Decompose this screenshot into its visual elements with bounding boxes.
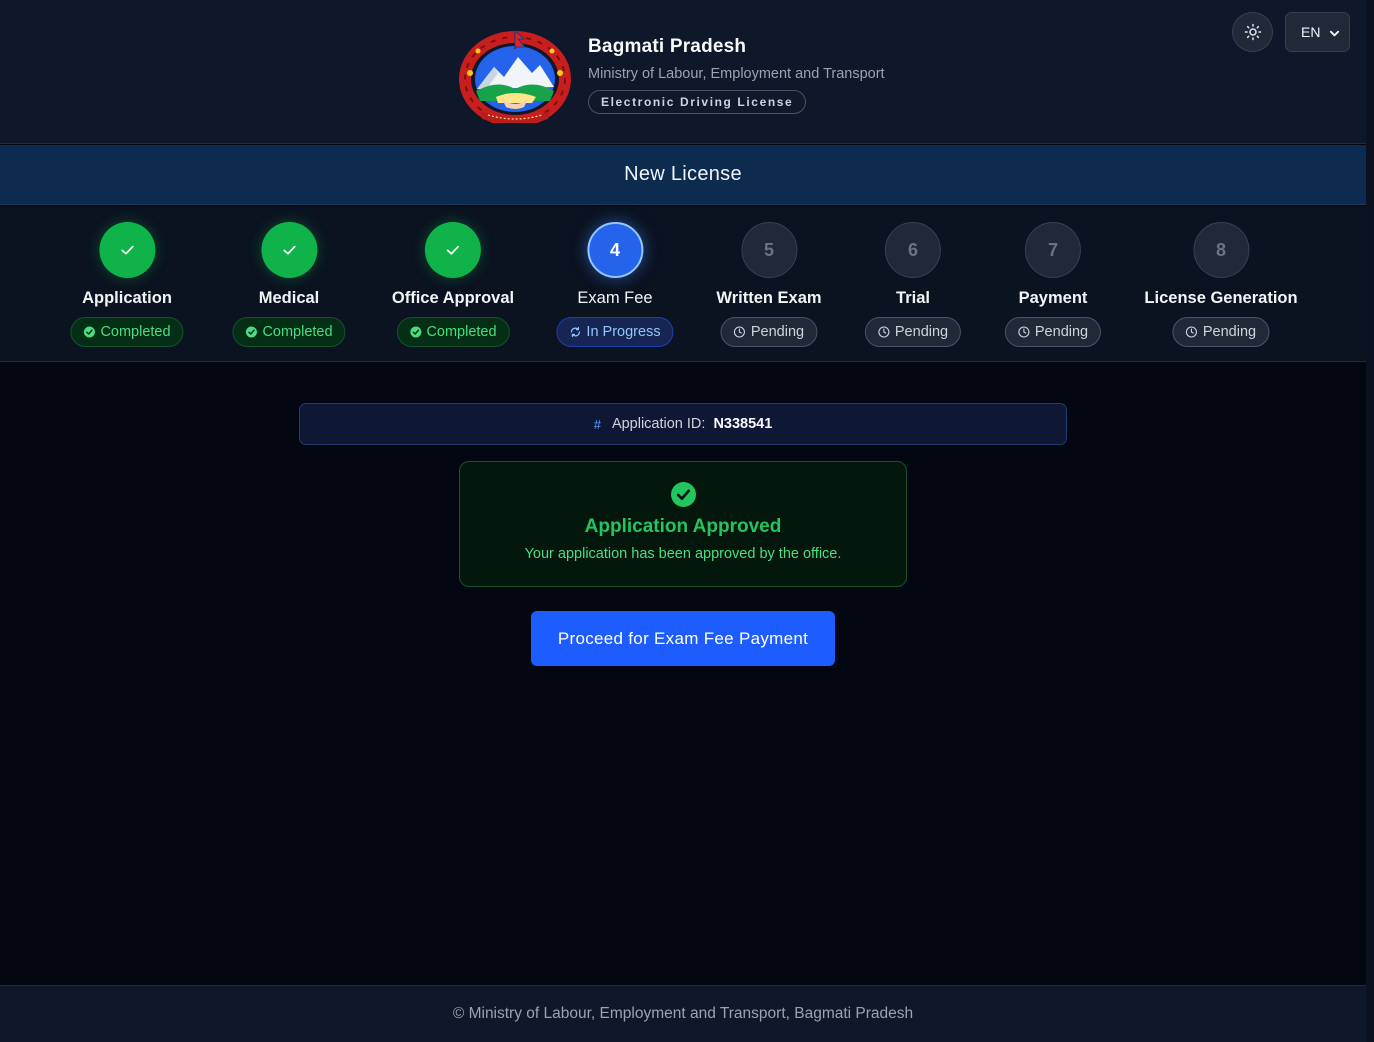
status-text: Completed — [262, 324, 333, 340]
step-circle: 6 — [885, 222, 941, 278]
approval-card: Application Approved Your application ha… — [459, 461, 907, 587]
status-text: Pending — [894, 324, 949, 340]
check-circle-icon — [409, 326, 421, 338]
step-circle — [425, 222, 481, 278]
status-text: Pending — [1034, 324, 1089, 340]
check-circle-icon — [670, 482, 696, 507]
proceed-exam-fee-payment-button[interactable]: Proceed for Exam Fee Payment — [531, 611, 835, 666]
check-icon — [120, 245, 134, 255]
step-circle: 7 — [1025, 222, 1081, 278]
approval-title: Application Approved — [584, 516, 782, 537]
check-icon — [282, 245, 296, 255]
status-text: In Progress — [586, 324, 661, 340]
check-circle-icon — [245, 326, 257, 338]
progress-stepper: Application Completed Medical Completed … — [0, 206, 1366, 362]
language-select[interactable]: EN — [1285, 12, 1350, 52]
step-label: Medical — [258, 289, 320, 307]
step-label: Application — [82, 289, 172, 307]
clock-icon — [1186, 326, 1198, 338]
step-label: Payment — [1018, 289, 1088, 307]
step-circle: 8 — [1192, 222, 1249, 278]
clock-icon — [734, 326, 746, 338]
chevron-down-icon — [1329, 30, 1340, 37]
status-text: Completed — [100, 324, 171, 340]
refresh-icon — [570, 326, 581, 338]
step-exam-fee: 4 Exam Fee In Progress — [556, 222, 674, 347]
footer-copyright: © Ministry of Labour, Employment and Tra… — [452, 1005, 914, 1022]
status-badge: Pending — [1172, 317, 1270, 347]
header-title: Bagmati Pradesh — [588, 36, 747, 57]
scrollbar[interactable] — [1366, 0, 1374, 1042]
page-title-band: New License — [0, 145, 1366, 205]
step-label: Office Approval — [391, 289, 515, 307]
status-badge: Pending — [1004, 317, 1102, 347]
step-label: Trial — [896, 289, 930, 307]
status-text: Pending — [750, 324, 805, 340]
page-title: New License — [624, 163, 742, 185]
step-payment: 7 Payment Pending — [1004, 222, 1102, 347]
step-label: Written Exam — [716, 289, 822, 307]
site-footer: © Ministry of Labour, Employment and Tra… — [0, 985, 1366, 1042]
government-emblem-logo — [458, 27, 572, 127]
status-badge: In Progress — [556, 317, 674, 347]
step-trial: 6 Trial Pending — [864, 222, 962, 347]
status-text: Pending — [1202, 324, 1257, 340]
brand-block: Bagmati Pradesh Ministry of Labour, Empl… — [588, 36, 885, 114]
step-office-approval: Office Approval Completed — [392, 222, 514, 347]
application-id-label: Application ID: — [611, 416, 706, 432]
sun-icon — [1244, 23, 1261, 41]
step-medical: Medical Completed — [232, 222, 346, 347]
language-value: EN — [1301, 24, 1321, 40]
status-text: Completed — [426, 324, 497, 340]
clock-icon — [878, 326, 890, 338]
site-header: Bagmati Pradesh Ministry of Labour, Empl… — [0, 0, 1366, 144]
theme-toggle-button[interactable] — [1232, 12, 1273, 52]
step-label: Exam Fee — [577, 289, 653, 307]
status-badge: Completed — [70, 317, 184, 347]
page: Bagmati Pradesh Ministry of Labour, Empl… — [0, 0, 1366, 1042]
approval-message: Your application has been approved by th… — [524, 546, 842, 562]
step-circle: 5 — [740, 222, 797, 278]
status-badge: Completed — [396, 317, 510, 347]
step-circle — [99, 222, 155, 278]
step-circle — [261, 222, 317, 278]
clock-icon — [1018, 326, 1030, 338]
header-subtitle: Ministry of Labour, Employment and Trans… — [588, 66, 885, 82]
step-label: License Generation — [1144, 289, 1298, 307]
step-written-exam: 5 Written Exam Pending — [716, 222, 822, 347]
application-id-bar: # Application ID: N338541 — [299, 403, 1067, 445]
step-license-generation: 8 License Generation Pending — [1144, 222, 1298, 347]
status-badge: Pending — [720, 317, 818, 347]
check-circle-icon — [83, 326, 95, 338]
step-application: Application Completed — [70, 222, 184, 347]
step-circle: 4 — [587, 222, 643, 278]
application-id-value: N338541 — [713, 416, 773, 432]
hash-icon: # — [593, 416, 601, 432]
header-badge: Electronic Driving License — [588, 90, 807, 114]
status-badge: Pending — [864, 317, 962, 347]
status-badge: Completed — [232, 317, 346, 347]
check-icon — [446, 245, 460, 255]
